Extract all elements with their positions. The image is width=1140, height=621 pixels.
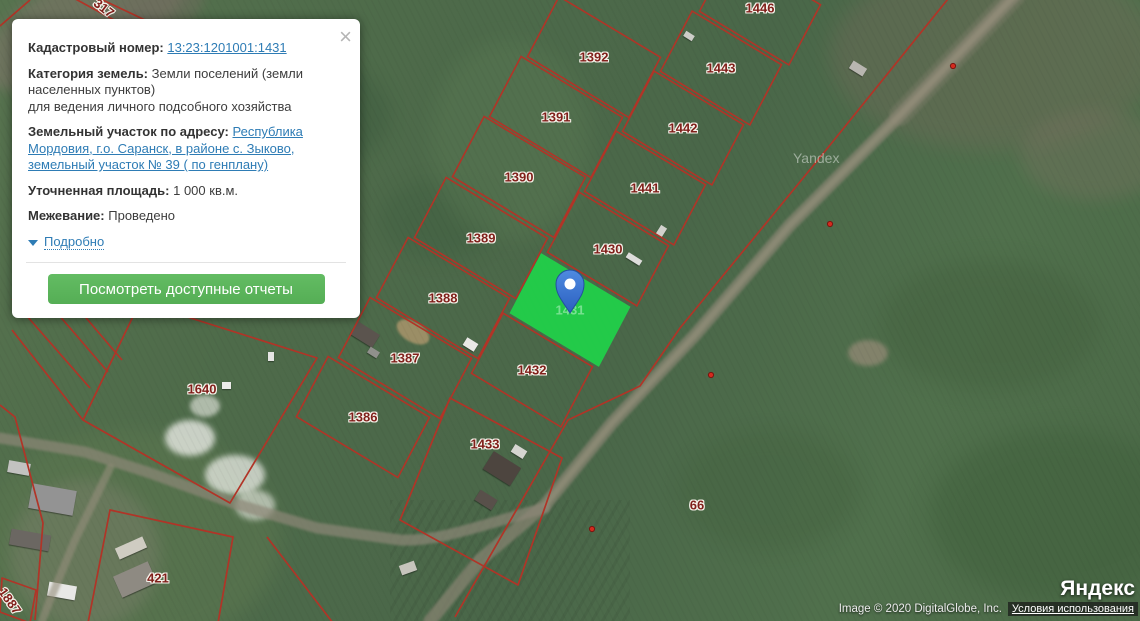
- terms-of-use-link[interactable]: Условия использования: [1007, 602, 1138, 616]
- parcel-number-label-1640: 1640: [187, 381, 217, 397]
- parcel-number-label-1390: 1390: [504, 169, 534, 185]
- parcel-number-label-1430: 1430: [593, 241, 623, 257]
- address-label: Земельный участок по адресу:: [28, 124, 229, 139]
- parcel-number-label-1431: 1431: [555, 302, 585, 318]
- parcel-number-label-1389: 1389: [466, 230, 496, 246]
- cadastral-number-link[interactable]: 13:23:1201001:1431: [167, 40, 286, 55]
- parcel-number-label-1386: 1386: [348, 409, 378, 425]
- parcel-number-label-1432: 1432: [517, 362, 547, 378]
- details-toggle[interactable]: Подробно: [28, 233, 344, 251]
- survey-value: Проведено: [108, 208, 175, 223]
- parcel-number-label-1433: 1433: [470, 436, 500, 452]
- land-category-label: Категория земель:: [28, 65, 149, 81]
- land-use-value: для ведения личного подсобного хозяйства: [28, 98, 292, 114]
- survey-row: Межевание: Проведено: [28, 208, 344, 225]
- area-value: 1 000 кв.м.: [173, 182, 239, 198]
- parcel-number-label-1887: 1887: [0, 584, 25, 618]
- parcel-number-label-66: 66: [689, 497, 705, 513]
- parcel-number-label-1442: 1442: [668, 120, 698, 136]
- close-icon[interactable]: ×: [339, 26, 352, 48]
- parcel-number-label-1446: 1446: [745, 0, 775, 16]
- map-viewport[interactable]: 1446 1443 1442 1441 1430 1431 1432 1392 1391 1390…: [0, 0, 1140, 621]
- details-link[interactable]: Подробно: [44, 233, 105, 250]
- area-label: Уточненная площадь:: [28, 182, 170, 198]
- land-category-row: Категория земель: Земли поселений (земли…: [28, 66, 344, 116]
- parcel-number-label-421: 421: [147, 570, 169, 586]
- popup-divider: [26, 262, 346, 263]
- yandex-watermark: Yandex: [793, 150, 840, 166]
- parcel-number-label-1443: 1443: [706, 60, 736, 76]
- cadastral-number-label: Кадастровый номер:: [28, 40, 164, 55]
- view-reports-button[interactable]: Посмотреть доступные отчеты: [47, 274, 325, 304]
- cadastral-number-row: Кадастровый номер: 13:23:1201001:1431: [28, 40, 344, 57]
- chevron-down-icon: [28, 239, 38, 246]
- imagery-copyright: Image © 2020 DigitalGlobe, Inc.: [838, 603, 1002, 615]
- parcel-number-label-317: 317: [90, 0, 118, 21]
- parcel-number-label-1388: 1388: [428, 290, 458, 306]
- parcel-info-popup: × Кадастровый номер: 13:23:1201001:1431 …: [12, 19, 360, 318]
- yandex-logo[interactable]: Яндекс: [1060, 577, 1135, 601]
- area-row: Уточненная площадь: 1 000 кв.м.: [28, 183, 344, 200]
- survey-label: Межевание:: [28, 208, 105, 223]
- parcel-number-label-1441: 1441: [630, 180, 660, 196]
- parcel-number-label-1392: 1392: [579, 49, 609, 65]
- parcel-number-label-1391: 1391: [541, 109, 571, 125]
- address-row: Земельный участок по адресу: Республика …: [28, 124, 344, 174]
- parcel-number-label-1387: 1387: [390, 350, 420, 366]
